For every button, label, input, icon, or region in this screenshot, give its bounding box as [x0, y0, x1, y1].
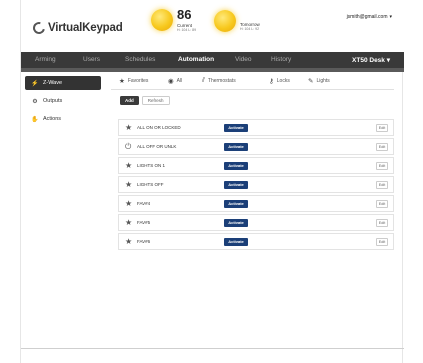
- activate-button[interactable]: Activate: [224, 143, 248, 151]
- favorite-row: ★ ALL ON OR LOCKED Activate Edit: [118, 119, 394, 136]
- star-icon: ★: [125, 161, 133, 170]
- favorite-name: ALL ON OR LOCKED: [137, 125, 181, 130]
- activate-button[interactable]: Activate: [224, 162, 248, 170]
- star-icon: ★: [125, 237, 133, 246]
- nav-history[interactable]: History: [271, 56, 291, 63]
- tab-label: Favorites: [127, 78, 149, 84]
- sidebar-item-actions[interactable]: ✋ Actions: [25, 112, 101, 126]
- favorite-row: ★ FAV#6 Activate Edit: [118, 233, 394, 250]
- thermostat-icon: ⫽: [202, 77, 205, 84]
- current-detail: H: 104 L: 89: [177, 28, 197, 32]
- activate-button[interactable]: Activate: [224, 181, 248, 189]
- user-email: jsmith@gmail.com: [346, 14, 388, 20]
- tab-label: Lights: [316, 78, 330, 84]
- key-icon: ⚷: [269, 78, 274, 85]
- power-icon: ⏻: [125, 142, 132, 151]
- tomorrow-label: Tomorrow: [240, 21, 260, 27]
- all-icon: ◉: [168, 78, 174, 85]
- chevron-down-icon: ▾: [386, 57, 390, 64]
- edit-button[interactable]: Edit: [376, 219, 388, 227]
- tab-lights[interactable]: ✎ Lights: [308, 77, 330, 85]
- nav-video[interactable]: Video: [235, 56, 252, 63]
- favorite-name: LIGHTS ON 1: [137, 163, 166, 168]
- activate-button[interactable]: Activate: [224, 124, 248, 132]
- sidebar-item-zwave[interactable]: ⚡ Z-Wave: [25, 76, 101, 90]
- favorite-row: ★ FAV#4 Activate Edit: [118, 195, 394, 212]
- app-logo[interactable]: VirtualKeypad: [30, 19, 123, 37]
- tab-favorites[interactable]: ★ Favorites: [119, 77, 148, 85]
- star-icon: ★: [125, 180, 133, 189]
- sun-icon: [151, 9, 173, 31]
- edit-button[interactable]: Edit: [376, 162, 388, 170]
- device-name: XT50 Desk: [352, 57, 385, 64]
- favorite-name: FAV#4: [137, 201, 151, 206]
- star-icon: ★: [119, 78, 125, 85]
- app-frame: VirtualKeypad 86 Current H: 104 L: 89 To…: [20, 0, 404, 363]
- tab-thermostats[interactable]: ⫽ Thermostats: [202, 77, 236, 85]
- main-content: ★ Favorites ◉ All ⫽ Thermostats ⚷ Locks ✎ Lig…: [111, 72, 399, 272]
- sidebar-item-label: Outputs: [43, 98, 63, 104]
- header: VirtualKeypad 86 Current H: 104 L: 89 To…: [21, 0, 404, 52]
- divider: [21, 348, 404, 349]
- user-menu[interactable]: jsmith@gmail.com ▾: [347, 14, 392, 20]
- edit-button[interactable]: Edit: [376, 181, 388, 189]
- favorite-name: ALL OFF OR UNLK: [137, 144, 177, 149]
- activate-button[interactable]: Activate: [224, 219, 248, 227]
- add-button[interactable]: Add: [120, 96, 139, 105]
- sidebar-item-label: Z-Wave: [43, 80, 63, 86]
- app-title: VirtualKeypad: [48, 22, 123, 34]
- activate-button[interactable]: Activate: [224, 200, 248, 208]
- favorite-name: FAV#5: [137, 220, 151, 225]
- weather-tomorrow: Tomorrow H: 104 L: 92: [214, 10, 260, 32]
- favorite-row: ★ LIGHTS ON 1 Activate Edit: [118, 157, 394, 174]
- nav-schedules[interactable]: Schedules: [125, 56, 155, 63]
- device-selector[interactable]: XT50 Desk ▾: [352, 56, 390, 64]
- chevron-down-icon: ▾: [389, 14, 392, 20]
- favorite-name: FAV#6: [137, 239, 151, 244]
- edit-button[interactable]: Edit: [376, 238, 388, 246]
- current-temp: 86: [177, 7, 192, 22]
- favorite-row: ★ FAV#5 Activate Edit: [118, 214, 394, 231]
- toolbar: Add Refresh: [120, 96, 173, 105]
- edit-button[interactable]: Edit: [376, 124, 388, 132]
- nav-automation[interactable]: Automation: [178, 56, 214, 63]
- edit-button[interactable]: Edit: [376, 143, 388, 151]
- activate-button[interactable]: Activate: [224, 238, 248, 246]
- favorite-row: ★ LIGHTS OFF Activate Edit: [118, 176, 394, 193]
- favorite-name: LIGHTS OFF: [137, 182, 164, 187]
- tab-label: All: [176, 78, 183, 84]
- sidebar-item-outputs[interactable]: ⚙ Outputs: [25, 94, 101, 108]
- refresh-button[interactable]: Refresh: [141, 96, 170, 105]
- edit-button[interactable]: Edit: [376, 200, 388, 208]
- actions-icon: ✋: [31, 116, 39, 123]
- star-icon: ★: [125, 199, 133, 208]
- outputs-icon: ⚙: [32, 98, 38, 105]
- weather-current: 86 Current H: 104 L: 89: [151, 8, 196, 32]
- tab-locks[interactable]: ⚷ Locks: [269, 77, 290, 85]
- sidebar: ⚡ Z-Wave ⚙ Outputs ✋ Actions: [21, 72, 104, 363]
- nav-users[interactable]: Users: [83, 56, 100, 63]
- nav-arming[interactable]: Arming: [35, 56, 56, 63]
- star-icon: ★: [125, 123, 133, 132]
- main-nav: Arming Users Schedules Automation Video …: [21, 52, 404, 68]
- logo-icon: [30, 19, 48, 37]
- favorite-row: ⏻ ALL OFF OR UNLK Activate Edit: [118, 138, 394, 155]
- tomorrow-detail: H: 104 L: 92: [240, 26, 260, 31]
- tab-label: Thermostats: [207, 78, 236, 84]
- zwave-icon: ⚡: [31, 80, 39, 87]
- tab-label: Locks: [276, 78, 290, 84]
- device-tabs: ★ Favorites ◉ All ⫽ Thermostats ⚷ Locks ✎ Lig…: [111, 72, 394, 90]
- sidebar-item-label: Actions: [43, 116, 62, 122]
- star-icon: ★: [125, 218, 133, 227]
- lightbulb-icon: ✎: [308, 78, 314, 85]
- sun-icon: [214, 10, 236, 32]
- tab-all[interactable]: ◉ All: [168, 77, 182, 85]
